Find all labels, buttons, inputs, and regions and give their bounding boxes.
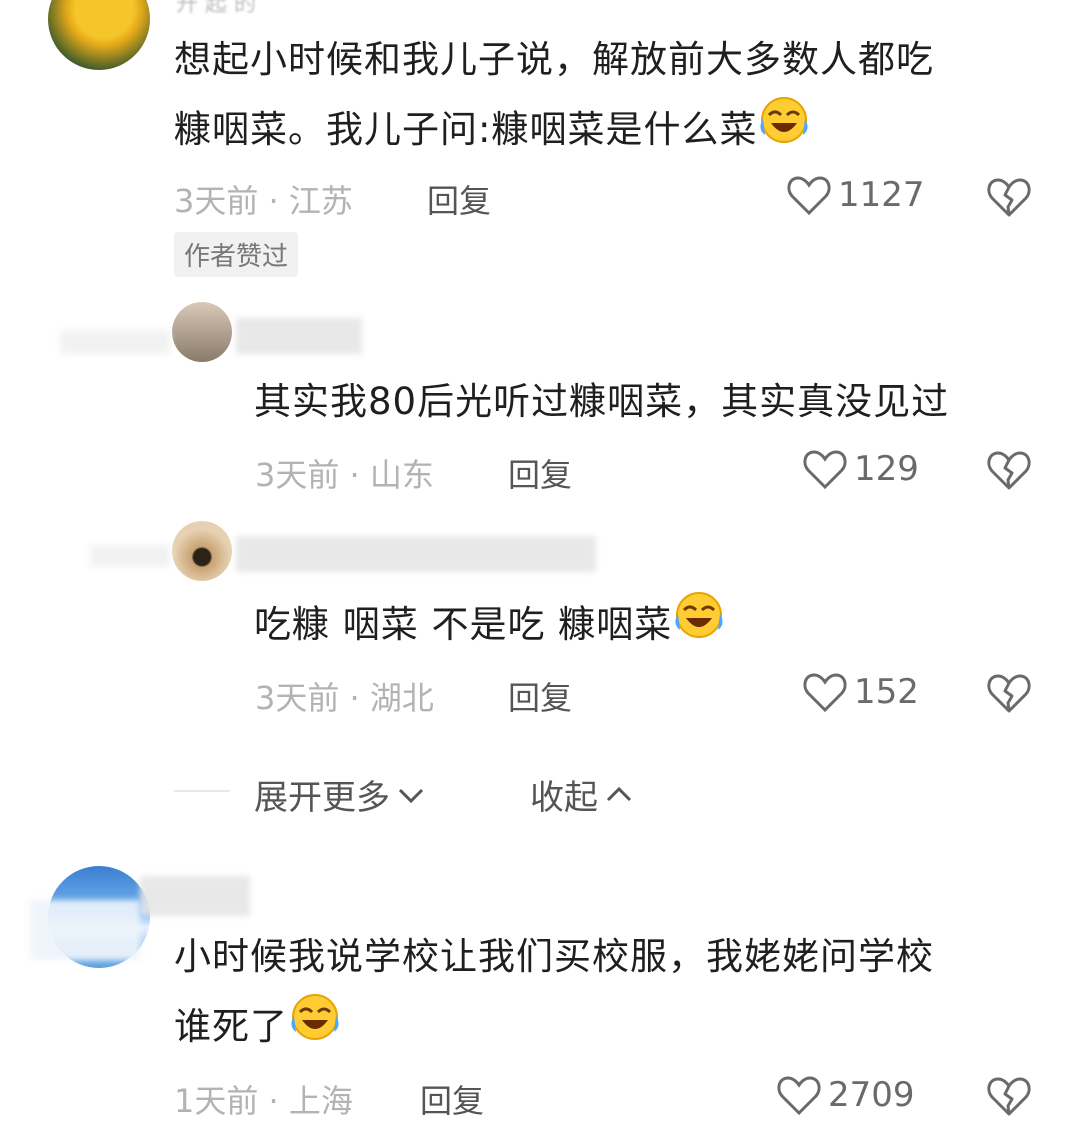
collapse-label: 收起 [530, 778, 598, 818]
avatar[interactable] [172, 521, 232, 581]
heart-icon [803, 673, 847, 713]
laughing-tears-emoji [288, 992, 342, 1065]
chevron-down-icon [398, 788, 424, 803]
laughing-tears-emoji [672, 590, 726, 663]
expand-more-button[interactable]: 展开更多 [254, 770, 428, 819]
comment-text: 想起小时候和我儿子说，解放前大多数人都吃 [174, 25, 934, 95]
collapse-button[interactable]: 收起 [530, 770, 636, 819]
like-count: 2709 [828, 1075, 915, 1115]
like-button[interactable]: 152 [802, 671, 919, 713]
reply-button[interactable]: 回复 [420, 1076, 484, 1122]
comment-text: 小时候我说学校让我们买校服，我姥姥问学校 [174, 922, 934, 992]
author-liked-badge: 作者赞过 [174, 232, 299, 277]
avatar[interactable] [172, 302, 232, 362]
thread-divider [174, 790, 230, 792]
comment-text-line: 吃糠 咽菜 不是吃 糠咽菜 [254, 603, 673, 646]
broken-heart-icon [987, 451, 1031, 490]
comment-text-line: 小时候我说学校让我们买校服，我姥姥问学校 [174, 935, 934, 978]
dislike-button[interactable] [986, 672, 1032, 718]
comment-meta: 3天前 · 湖北 [255, 679, 434, 717]
chevron-up-icon [606, 786, 632, 801]
comment-text: 其实我80后光听过糠咽菜，其实真没见过 [254, 380, 950, 423]
reply-button[interactable]: 回复 [508, 673, 572, 719]
username-blurred[interactable] [236, 536, 596, 572]
username-blurred[interactable] [236, 318, 362, 354]
like-count: 1127 [838, 175, 925, 215]
heart-icon [803, 450, 847, 490]
blur-overlay [60, 330, 170, 354]
like-button[interactable]: 129 [802, 448, 919, 490]
comment-text: 糠咽菜。我儿子问:糠咽菜是什么菜 [174, 95, 811, 168]
dislike-button[interactable] [986, 176, 1032, 222]
expand-more-label: 展开更多 [254, 778, 390, 818]
like-count: 129 [854, 449, 919, 489]
broken-heart-icon [987, 178, 1031, 217]
blur-overlay [30, 900, 140, 960]
like-button[interactable]: 1127 [786, 174, 925, 216]
heart-icon [777, 1076, 821, 1116]
dislike-button[interactable] [986, 1075, 1032, 1121]
broken-heart-icon [987, 674, 1031, 713]
comment-meta: 3天前 · 江苏 [174, 182, 353, 220]
username-blurred[interactable] [140, 876, 250, 916]
reply-button[interactable]: 回复 [508, 450, 572, 496]
blur-overlay [90, 545, 170, 567]
comment-meta: 3天前 · 山东 [255, 456, 434, 494]
comment-text-line: 想起小时候和我儿子说，解放前大多数人都吃 [174, 38, 934, 81]
avatar[interactable] [48, 0, 150, 70]
laughing-tears-emoji [757, 95, 811, 168]
comment-text-line: 糠咽菜。我儿子问:糠咽菜是什么菜 [174, 108, 758, 151]
like-count: 152 [854, 672, 919, 712]
comment-meta: 1天前 · 上海 [174, 1082, 353, 1120]
comment-text-line: 谁死了 [174, 1005, 288, 1048]
broken-heart-icon [987, 1077, 1031, 1116]
dislike-button[interactable] [986, 449, 1032, 495]
reply-button[interactable]: 回复 [427, 176, 491, 222]
comment-text: 吃糠 咽菜 不是吃 糠咽菜 [254, 590, 726, 663]
comment-text: 谁死了 [174, 992, 342, 1065]
heart-icon [787, 176, 831, 216]
like-button[interactable]: 2709 [776, 1074, 915, 1116]
username-blurred[interactable]: 开 起 的 [176, 0, 256, 18]
